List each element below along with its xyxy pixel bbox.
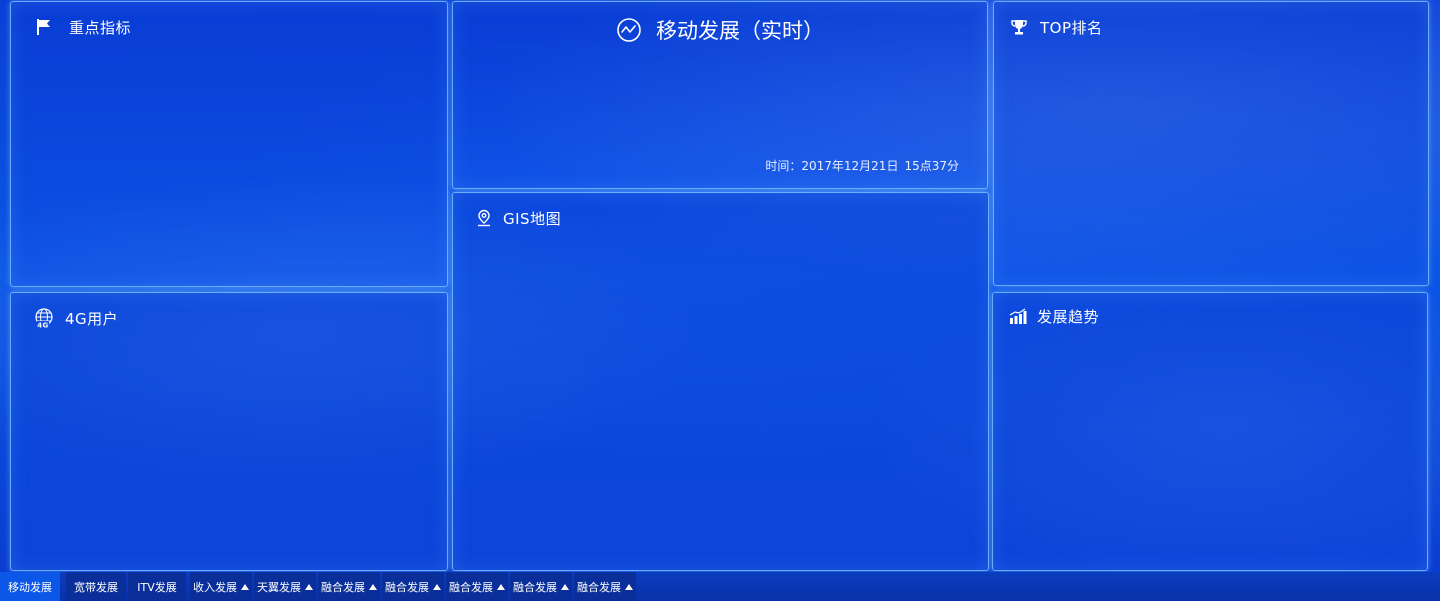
nav-tab-label: 融合发展 bbox=[385, 580, 429, 594]
map-pin-icon bbox=[473, 207, 495, 229]
arrow-up-icon bbox=[305, 583, 313, 590]
key-indicators-title: 重点指标 bbox=[69, 18, 132, 37]
nav-tab-label: 融合发展 bbox=[321, 580, 365, 594]
nav-tab-label: 收入发展 bbox=[193, 580, 237, 594]
bottom-nav: 移动发展 宽带发展 ITV发展 收入发展 天翼发展 融合发展 融合发展 融合发展… bbox=[0, 572, 1440, 601]
flag-icon bbox=[33, 16, 55, 38]
nav-tab-label: 融合发展 bbox=[513, 580, 557, 594]
nav-tab-fusion-4[interactable]: 融合发展 bbox=[510, 572, 572, 601]
arrow-up-icon bbox=[241, 583, 249, 590]
bar-trend-icon bbox=[1007, 305, 1029, 327]
arrow-up-icon bbox=[497, 583, 505, 590]
trend-header: 发展趋势 bbox=[1007, 305, 1099, 327]
nav-tab-mobile[interactable]: 移动发展 bbox=[0, 572, 60, 601]
gis-map-title: GIS地图 bbox=[503, 209, 562, 228]
users-4g-panel: 4G 4G用户 bbox=[10, 292, 448, 571]
nav-tab-label: ITV发展 bbox=[137, 580, 177, 594]
pulse-circle-icon bbox=[616, 17, 642, 43]
globe-4g-icon: 4G bbox=[33, 307, 55, 329]
nav-tab-tianyi[interactable]: 天翼发展 bbox=[254, 572, 316, 601]
key-indicators-header: 重点指标 bbox=[33, 16, 131, 38]
nav-tab-fusion-2[interactable]: 融合发展 bbox=[382, 572, 444, 601]
nav-tab-label: 移动发展 bbox=[8, 580, 52, 594]
mobile-dev-header: 移动发展（实时） bbox=[453, 15, 987, 45]
time-clock: 15点37分 bbox=[904, 159, 959, 173]
nav-tab-label: 宽带发展 bbox=[74, 580, 118, 594]
nav-tab-label: 天翼发展 bbox=[257, 580, 301, 594]
arrow-up-icon bbox=[369, 583, 377, 590]
gis-map-header: GIS地图 bbox=[473, 207, 561, 229]
mobile-dev-timestamp: 时间：2017年12月21日 15点37分 bbox=[765, 157, 959, 174]
arrow-up-icon bbox=[561, 583, 569, 590]
nav-tab-label: 融合发展 bbox=[449, 580, 493, 594]
mobile-dev-panel: 移动发展（实时） 时间：2017年12月21日 15点37分 bbox=[452, 1, 988, 189]
nav-tab-broadband[interactable]: 宽带发展 bbox=[66, 572, 126, 601]
key-indicators-panel: 重点指标 bbox=[10, 1, 448, 287]
nav-tab-income[interactable]: 收入发展 bbox=[190, 572, 252, 601]
nav-tab-itv[interactable]: ITV发展 bbox=[128, 572, 186, 601]
trend-title: 发展趋势 bbox=[1037, 307, 1100, 326]
trophy-icon bbox=[1008, 16, 1030, 38]
time-label: 时间： bbox=[765, 159, 802, 173]
top-rank-title: TOP排名 bbox=[1040, 18, 1103, 37]
nav-tab-fusion-1[interactable]: 融合发展 bbox=[318, 572, 380, 601]
arrow-up-icon bbox=[433, 583, 441, 590]
gis-map-panel: GIS地图 bbox=[452, 192, 989, 571]
trend-panel: 发展趋势 bbox=[992, 292, 1428, 571]
users-4g-header: 4G 4G用户 bbox=[33, 307, 118, 329]
nav-tab-fusion-5[interactable]: 融合发展 bbox=[574, 572, 636, 601]
nav-tab-label: 融合发展 bbox=[577, 580, 621, 594]
top-rank-panel: TOP排名 bbox=[993, 1, 1429, 286]
time-date: 2017年12月21日 bbox=[801, 159, 899, 173]
top-rank-header: TOP排名 bbox=[1008, 16, 1103, 38]
nav-tab-fusion-3[interactable]: 融合发展 bbox=[446, 572, 508, 601]
svg-text:4G: 4G bbox=[37, 322, 49, 330]
users-4g-title: 4G用户 bbox=[65, 309, 119, 328]
arrow-up-icon bbox=[625, 583, 633, 590]
mobile-dev-title: 移动发展（实时） bbox=[656, 19, 824, 43]
